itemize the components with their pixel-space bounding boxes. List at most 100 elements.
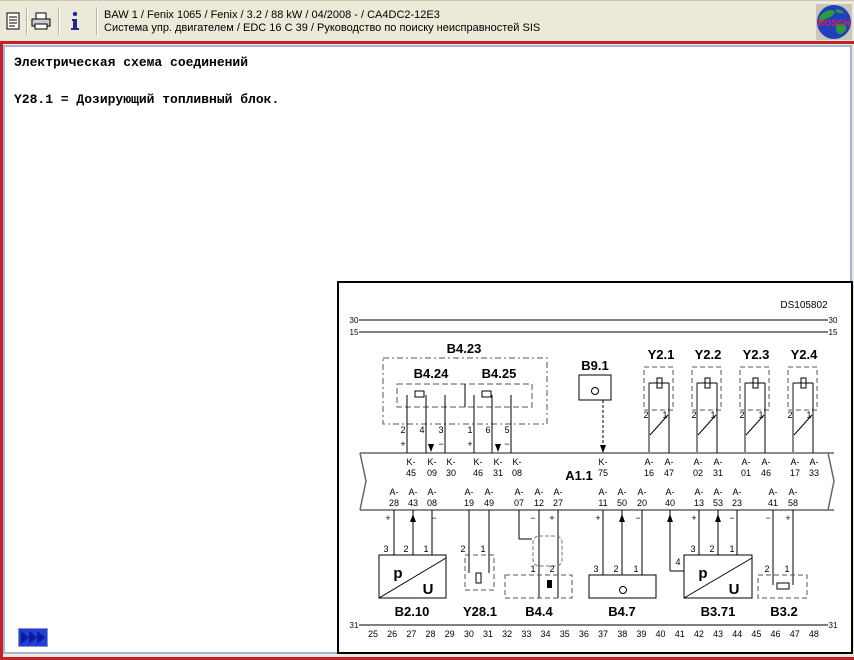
pin-number: 2 xyxy=(613,564,618,574)
pin-number: 5 xyxy=(504,425,509,435)
ground-number: 32 xyxy=(502,629,512,639)
pin-label: A-43 xyxy=(407,487,418,508)
pin-number: 1 xyxy=(467,425,472,435)
sign-label: + xyxy=(785,513,790,523)
document-button[interactable] xyxy=(2,9,24,33)
pin-label: A-46 xyxy=(760,457,771,478)
pin-label: A-12 xyxy=(533,487,544,508)
connector-label: A1.1 xyxy=(565,468,592,483)
svg-text:BOSCH: BOSCH xyxy=(818,18,851,28)
sign-label: − xyxy=(765,513,770,523)
component-label-Y28-1: Y28.1 xyxy=(463,604,497,619)
pin-number: 3 xyxy=(690,544,695,554)
sign-label: + xyxy=(400,439,405,449)
pin-number: 2 xyxy=(739,410,744,420)
ground-number: 43 xyxy=(713,629,723,639)
pin-number: 1 xyxy=(423,544,428,554)
separator xyxy=(26,7,28,35)
ground-number: 31 xyxy=(483,629,493,639)
next-page-button[interactable] xyxy=(18,628,48,647)
component-label-Y2-4: Y2.4 xyxy=(791,347,819,362)
component-label-B2-10: B2.10 xyxy=(395,604,430,619)
sign-label: − xyxy=(504,439,509,449)
rail-label: 30 xyxy=(829,316,838,325)
pin-number: 1 xyxy=(806,410,811,420)
pin-label: A-50 xyxy=(616,487,627,508)
pin-number: 1 xyxy=(784,564,789,574)
wiring-diagram: DS105802 30 30 15 15 31 31 25 26 27 28 29 30 31 32 33 34… xyxy=(337,281,853,654)
metering-valve-coil-icon xyxy=(475,572,482,584)
component-label-B3-2: B3.2 xyxy=(770,604,797,619)
component-label-B9-1: B9.1 xyxy=(581,358,608,373)
pin-label: K-08 xyxy=(511,457,522,478)
print-button[interactable] xyxy=(30,9,52,33)
ground-number: 46 xyxy=(771,629,781,639)
arrow-down-icon xyxy=(495,444,501,452)
triple-arrow-right-icon xyxy=(21,631,45,644)
pin-label: A-33 xyxy=(808,457,819,478)
vehicle-title: BAW 1 / Fenix 1065 / Fenix / 3.2 / 88 kW… xyxy=(104,9,540,35)
info-button[interactable] xyxy=(64,9,86,33)
pin-label: A-41 xyxy=(767,487,778,508)
p-label: p xyxy=(698,565,707,582)
pin-label: A-02 xyxy=(692,457,703,478)
diagonal xyxy=(683,557,753,599)
arrow-up-icon xyxy=(715,514,721,522)
toolbar: BAW 1 / Fenix 1065 / Fenix / 3.2 / 88 kW… xyxy=(0,0,854,41)
pin-number: 2 xyxy=(400,425,405,435)
component-label-B4-24: B4.24 xyxy=(414,366,449,381)
pin-number: 6 xyxy=(485,425,490,435)
component-label-B4-4: B4.4 xyxy=(525,604,553,619)
ground-number: 36 xyxy=(579,629,589,639)
pin-number: 2 xyxy=(709,544,714,554)
sign-label: + xyxy=(467,439,472,449)
pin-label: A-13 xyxy=(693,487,704,508)
rail-label: 15 xyxy=(829,328,838,337)
pin-label: K-46 xyxy=(472,457,483,478)
pin-label: K-45 xyxy=(405,457,416,478)
pin-number: 1 xyxy=(662,410,667,420)
ground-number: 28 xyxy=(426,629,436,639)
u-label: U xyxy=(423,581,434,598)
info-icon xyxy=(71,11,79,30)
thermistor-icon xyxy=(414,390,425,398)
diagram-id: DS105802 xyxy=(780,300,828,311)
ground-number: 26 xyxy=(387,629,397,639)
pin-number: 1 xyxy=(480,544,485,554)
u-label: U xyxy=(729,581,740,598)
thermistor-icon xyxy=(481,390,492,398)
pin-number: 2 xyxy=(460,544,465,554)
pin-number: 3 xyxy=(593,564,598,574)
pin-number: 4 xyxy=(419,425,424,435)
pin-label: A-07 xyxy=(513,487,524,508)
separator xyxy=(96,7,98,35)
ground-number: 25 xyxy=(368,629,378,639)
pin-label: A-40 xyxy=(664,487,675,508)
sign-label: + xyxy=(691,513,696,523)
pin-label: A-23 xyxy=(731,487,742,508)
separator xyxy=(58,7,60,35)
component-label-B3-71: B3.71 xyxy=(701,604,736,619)
ground-number: 30 xyxy=(464,629,474,639)
pin-label: A-11 xyxy=(598,487,608,508)
ground-number: 47 xyxy=(790,629,800,639)
sign-label: + xyxy=(385,513,390,523)
temperature-sensor-icon xyxy=(776,582,790,590)
pin-label: A-16 xyxy=(643,457,654,478)
ground-number: 44 xyxy=(732,629,742,639)
component-label-Y2-1: Y2.1 xyxy=(648,347,675,362)
pin-number: 3 xyxy=(383,544,388,554)
pin-label: A-27 xyxy=(552,487,563,508)
print-icon xyxy=(31,12,51,30)
pin-number: 2 xyxy=(764,564,769,574)
pin-label: A-08 xyxy=(426,487,437,508)
component-label-B4-23: B4.23 xyxy=(447,341,482,356)
pin-label: A-47 xyxy=(663,457,674,478)
sign-label: − xyxy=(530,513,535,523)
bosch-globe-logo: BOSCH xyxy=(816,4,852,40)
pin-number: 3 xyxy=(438,425,443,435)
ground-number: 33 xyxy=(521,629,531,639)
pin-number: 1 xyxy=(758,410,763,420)
pin-number: 1 xyxy=(710,410,715,420)
component-label-Y2-3: Y2.3 xyxy=(743,347,770,362)
